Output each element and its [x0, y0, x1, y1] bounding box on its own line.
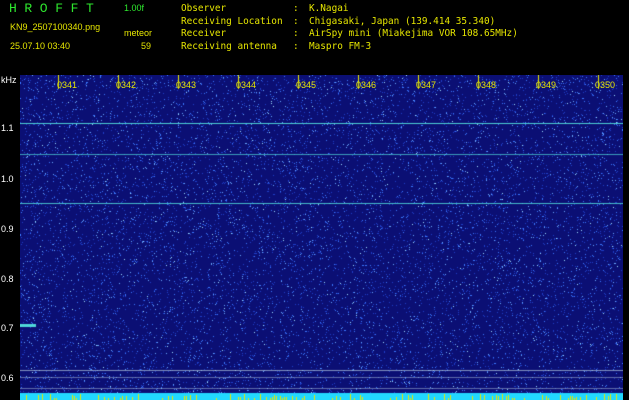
- version-label: 1.00f: [124, 3, 145, 13]
- receiver-label: Receiver: [181, 28, 227, 39]
- y-tick-label: 0.8: [1, 274, 14, 284]
- timestamp-label: 25.07.10 03:40: [10, 41, 71, 51]
- antenna-label: Receiving antenna: [181, 41, 277, 52]
- receiver-separator: :: [293, 28, 299, 39]
- x-tick-label: 0347: [416, 80, 437, 90]
- x-tick-label: 0343: [176, 80, 197, 90]
- x-tick-label: 0344: [236, 80, 257, 90]
- y-axis-unit: kHz: [1, 75, 17, 85]
- detection-count: 59: [141, 41, 152, 51]
- location-value: Chigasaki, Japan (139.414 35.340): [309, 16, 496, 27]
- observer-separator: :: [293, 3, 299, 14]
- y-tick-label: 1.0: [1, 174, 14, 184]
- app-title: HROFFT: [9, 1, 102, 16]
- x-tick-label: 0345: [296, 80, 317, 90]
- spectrogram-canvas: [20, 75, 623, 400]
- y-tick-label: 0.6: [1, 373, 14, 383]
- x-tick-label: 0350: [595, 80, 616, 90]
- x-tick-label: 0342: [116, 80, 137, 90]
- x-tick-label: 0341: [57, 80, 78, 90]
- antenna-value: Maspro FM-3: [309, 41, 372, 52]
- mode-label: meteor: [124, 28, 153, 38]
- y-tick-label: 1.1: [1, 123, 14, 133]
- location-separator: :: [293, 16, 299, 27]
- y-tick-label: 0.7: [1, 323, 14, 333]
- x-tick-label: 0348: [476, 80, 497, 90]
- location-label: Receiving Location: [181, 16, 283, 27]
- observer-value: K.Nagai: [309, 3, 349, 14]
- x-tick-label: 0349: [536, 80, 557, 90]
- observer-label: Observer: [181, 3, 227, 14]
- filename-label: KN9_2507100340.png: [10, 22, 101, 32]
- receiver-value: AirSpy mini (Miakejima VOR 108.65MHz): [309, 28, 518, 39]
- y-tick-label: 0.9: [1, 224, 14, 234]
- antenna-separator: :: [293, 41, 299, 52]
- x-tick-label: 0346: [356, 80, 377, 90]
